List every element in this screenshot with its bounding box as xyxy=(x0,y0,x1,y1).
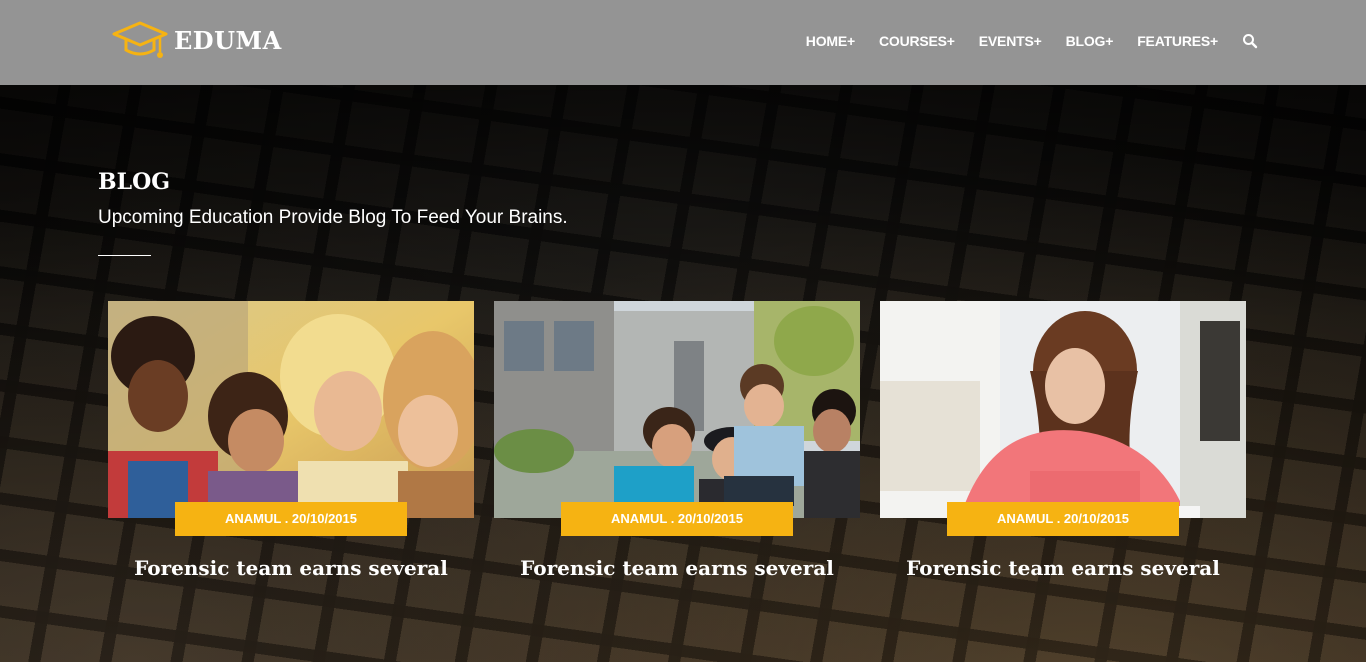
logo[interactable]: EDUMA xyxy=(112,18,282,62)
search-icon[interactable] xyxy=(1242,33,1258,49)
nav-item-blog[interactable]: BLOG+ xyxy=(1066,33,1114,49)
graduation-cap-icon xyxy=(112,21,168,58)
logo-text: EDUMA xyxy=(174,25,282,55)
blog-card-image[interactable] xyxy=(494,301,860,518)
blog-card-meta: ANAMUL . 20/10/2015 xyxy=(947,502,1179,536)
nav-item-courses[interactable]: COURSES+ xyxy=(879,33,955,49)
blog-card-image[interactable] xyxy=(108,301,474,518)
blog-card-title[interactable]: Forensic team earns several xyxy=(108,556,474,580)
blog-card-title[interactable]: Forensic team earns several xyxy=(880,556,1246,580)
nav-item-home[interactable]: HOME+ xyxy=(806,33,855,49)
blog-card-title[interactable]: Forensic team earns several xyxy=(494,556,860,580)
section-divider xyxy=(98,255,151,256)
blog-card: ANAMUL . 20/10/2015 Forensic team earns … xyxy=(494,301,860,580)
blog-card-meta: ANAMUL . 20/10/2015 xyxy=(561,502,793,536)
blog-card: ANAMUL . 20/10/2015 Forensic team earns … xyxy=(108,301,474,580)
section-title: BLOG xyxy=(98,169,171,195)
main-nav: HOME+ COURSES+ EVENTS+ BLOG+ FEATURES+ xyxy=(782,33,1258,49)
blog-card-meta: ANAMUL . 20/10/2015 xyxy=(175,502,407,536)
site-header: EDUMA HOME+ COURSES+ EVENTS+ BLOG+ FEATU… xyxy=(0,0,1366,85)
blog-card: ANAMUL . 20/10/2015 Forensic team earns … xyxy=(880,301,1246,580)
blog-card-image[interactable] xyxy=(880,301,1246,518)
nav-item-features[interactable]: FEATURES+ xyxy=(1137,33,1218,49)
nav-item-events[interactable]: EVENTS+ xyxy=(979,33,1042,49)
section-subtitle: Upcoming Education Provide Blog To Feed … xyxy=(98,207,568,228)
